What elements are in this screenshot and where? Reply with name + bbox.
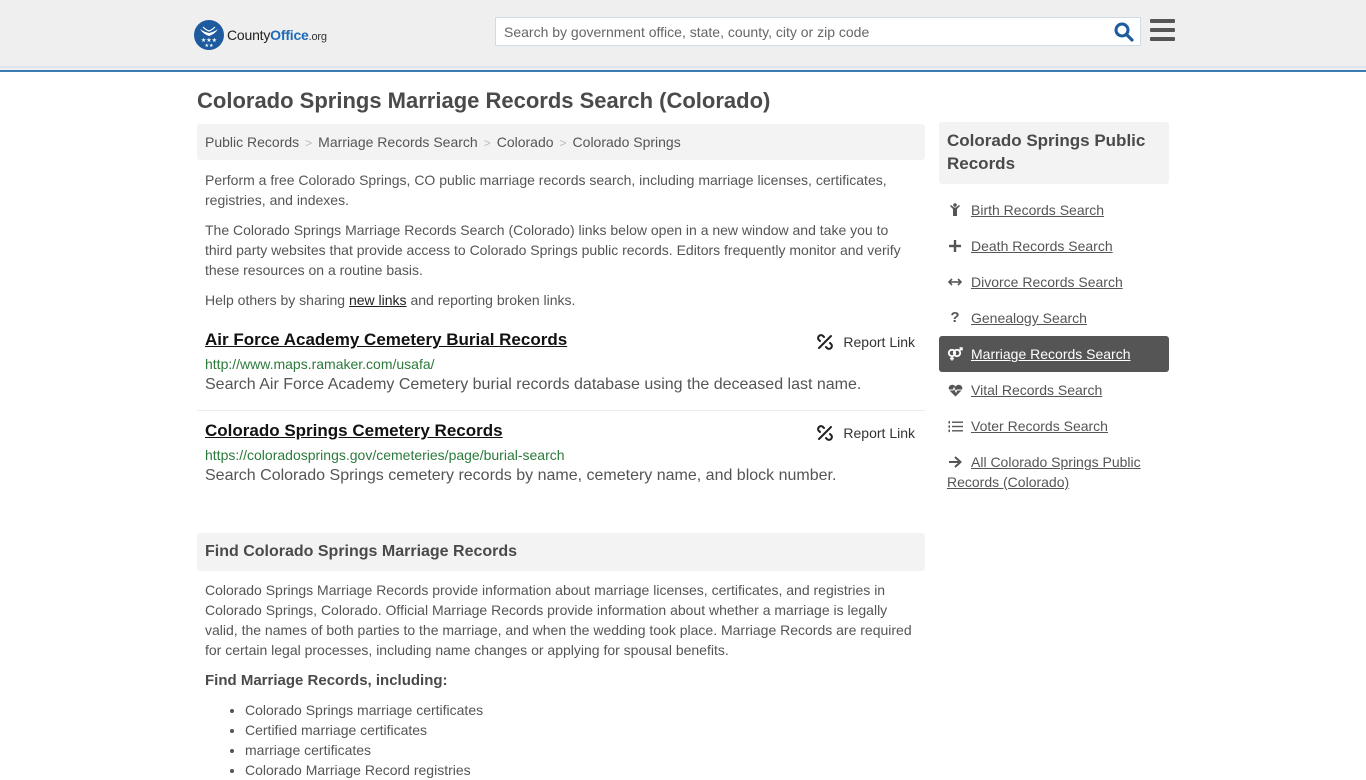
list-item: Certified marriage certificates: [245, 720, 483, 740]
child-icon: [947, 200, 963, 220]
sidebar-item-genealogy[interactable]: ? Genealogy Search: [939, 308, 1169, 328]
broken-link-icon: [817, 334, 834, 350]
venus-mars-icon: [947, 344, 963, 364]
plus-icon: [947, 236, 963, 256]
new-links-link[interactable]: new links: [349, 292, 407, 308]
report-link-label: Report Link: [843, 425, 915, 441]
resource-link-item: Colorado Springs Cemetery Records https:…: [197, 421, 925, 485]
site-header: ★★★ ★★ CountyOffice.org: [0, 0, 1366, 72]
find-section-heading: Find Colorado Springs Marriage Records: [197, 533, 925, 571]
link-divider: [197, 410, 925, 411]
breadcrumb-separator: >: [305, 136, 313, 150]
search-input[interactable]: [496, 18, 1096, 45]
breadcrumb-public-records[interactable]: Public Records: [205, 134, 299, 150]
sidebar-item-marriage-records[interactable]: Marriage Records Search: [939, 336, 1169, 372]
resource-link-title[interactable]: Air Force Academy Cemetery Burial Record…: [205, 330, 567, 350]
report-link-label: Report Link: [843, 334, 915, 350]
list-item: Colorado Springs marriage certificates: [245, 700, 483, 720]
logo-eagle-icon: ★★★ ★★: [194, 20, 224, 50]
sidebar-item-all-public-records[interactable]: All Colorado Springs Public Records (Col…: [939, 452, 1169, 492]
page-title: Colorado Springs Marriage Records Search…: [197, 88, 771, 113]
find-section-body: Colorado Springs Marriage Records provid…: [205, 582, 912, 658]
sidebar-item-birth-records[interactable]: Birth Records Search: [939, 200, 1169, 220]
breadcrumb: Public Records > Marriage Records Search > C…: [197, 124, 925, 160]
resource-link-item: Air Force Academy Cemetery Burial Record…: [197, 330, 925, 394]
sidebar-item-vital-records[interactable]: Vital Records Search: [939, 380, 1169, 400]
breadcrumb-colorado[interactable]: Colorado: [497, 134, 554, 150]
logo-text: CountyOffice.org: [227, 27, 327, 43]
resource-link-url: http://www.maps.ramaker.com/usafa/: [205, 356, 435, 372]
intro-paragraph-2: The Colorado Springs Marriage Records Se…: [205, 222, 901, 278]
logo-link[interactable]: ★★★ ★★ CountyOffice.org: [194, 20, 327, 50]
sidebar-item-voter-records[interactable]: Voter Records Search: [939, 416, 1169, 436]
sidebar-item-divorce-records[interactable]: Divorce Records Search: [939, 272, 1169, 292]
intro-text: Perform a free Colorado Springs, CO publ…: [205, 170, 917, 320]
report-link-button[interactable]: Report Link: [817, 334, 915, 350]
search-icon: [1114, 22, 1134, 42]
list-ol-icon: [947, 416, 963, 436]
resource-link-description: Search Air Force Academy Cemetery burial…: [205, 376, 862, 393]
arrows-horizontal-icon: [947, 272, 963, 292]
find-section-subheading: Find Marriage Records, including:: [205, 672, 448, 689]
breadcrumb-separator: >: [483, 136, 491, 150]
sidebar-heading: Colorado Springs Public Records: [939, 122, 1169, 184]
heartbeat-icon: [947, 380, 963, 400]
question-icon: ?: [950, 309, 960, 326]
list-item: marriage certificates: [245, 740, 483, 760]
search-box: [495, 17, 1141, 46]
find-records-list: Colorado Springs marriage certificates C…: [245, 700, 483, 780]
sidebar-item-death-records[interactable]: Death Records Search: [939, 236, 1169, 256]
arrow-right-icon: [947, 452, 963, 472]
search-button[interactable]: [1114, 22, 1134, 42]
list-item: Colorado Marriage Record registries: [245, 760, 483, 780]
svg-text:★★: ★★: [205, 43, 214, 49]
broken-link-icon: [817, 425, 834, 441]
breadcrumb-separator: >: [559, 136, 567, 150]
resource-link-title[interactable]: Colorado Springs Cemetery Records: [205, 421, 503, 441]
report-link-button[interactable]: Report Link: [817, 425, 915, 441]
breadcrumb-marriage-records-search[interactable]: Marriage Records Search: [318, 134, 478, 150]
intro-paragraph-3: Help others by sharing new links and rep…: [205, 292, 576, 308]
intro-paragraph-1: Perform a free Colorado Springs, CO publ…: [205, 172, 887, 208]
resource-link-url: https://coloradosprings.gov/cemeteries/p…: [205, 447, 565, 463]
hamburger-menu-icon[interactable]: [1150, 19, 1175, 41]
resource-link-description: Search Colorado Springs cemetery records…: [205, 467, 837, 484]
breadcrumb-colorado-springs[interactable]: Colorado Springs: [573, 134, 681, 150]
